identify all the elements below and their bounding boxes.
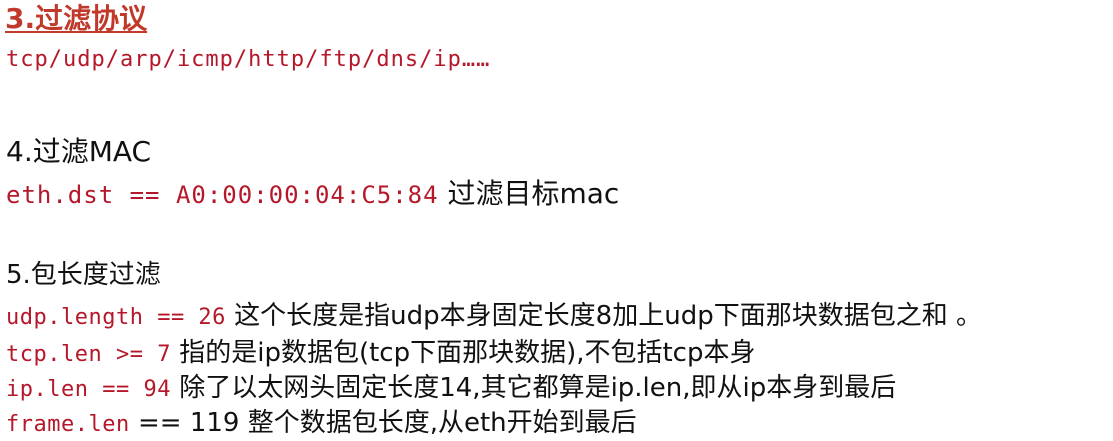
length-filter-description: == 119 整个数据包长度,从eth开始到最后	[129, 408, 637, 438]
length-filter-code: tcp.len >= 7	[6, 342, 171, 367]
length-filter-description: 指的是ip数据包(tcp下面那块数据),不包括tcp本身	[170, 338, 756, 368]
mac-filter-code: eth.dst == A0:00:00:04:C5:84	[6, 181, 439, 209]
length-filter-row-frame: frame.len == 119 整个数据包长度,从eth开始到最后	[6, 410, 637, 436]
length-filter-code: frame.len	[6, 412, 130, 437]
length-filter-description: 这个长度是指udp本身固定长度8加上udp下面那块数据包之和 。	[225, 301, 982, 331]
section-5-heading: 5.包长度过滤	[6, 260, 161, 290]
mac-filter-line: eth.dst == A0:00:00:04:C5:84 过滤目标mac	[6, 180, 619, 208]
length-filter-code: udp.length == 26	[6, 305, 226, 330]
length-filter-row-ip: ip.len == 94 除了以太网头固定长度14,其它都算是ip.len,即从…	[6, 375, 896, 401]
section-4-heading: 4.过滤MAC	[6, 135, 152, 168]
length-filter-code: ip.len == 94	[6, 377, 171, 402]
length-filter-row-udp: udp.length == 26 这个长度是指udp本身固定长度8加上udp下面…	[6, 303, 982, 329]
length-filter-row-tcp: tcp.len >= 7 指的是ip数据包(tcp下面那块数据),不包括tcp本…	[6, 340, 755, 366]
section-3-heading: 3.过滤协议	[5, 2, 148, 35]
protocol-list: tcp/udp/arp/icmp/http/ftp/dns/ip……	[6, 47, 491, 72]
length-filter-description: 除了以太网头固定长度14,其它都算是ip.len,即从ip本身到最后	[170, 373, 897, 403]
mac-filter-description: 过滤目标mac	[438, 177, 620, 210]
